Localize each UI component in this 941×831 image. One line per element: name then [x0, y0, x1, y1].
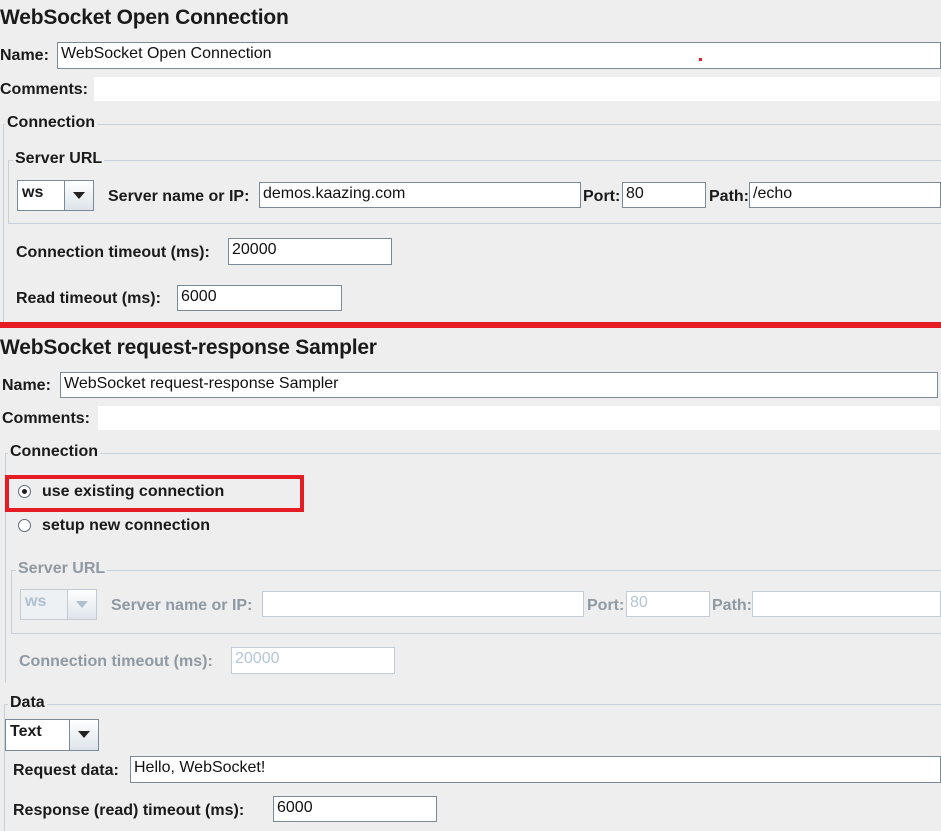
chevron-down-icon[interactable]	[69, 720, 98, 750]
open-protocol-select[interactable]: ws	[17, 180, 94, 211]
sampler-conn-timeout-label: Connection timeout (ms):	[19, 653, 213, 670]
open-read-timeout-input[interactable]: 6000	[177, 285, 342, 311]
sampler-path-label: Path:	[712, 597, 752, 614]
response-timeout-input[interactable]: 6000	[273, 796, 437, 822]
sampler-comments-input[interactable]	[97, 405, 941, 431]
sampler-server-input[interactable]	[262, 591, 584, 617]
stray-mark	[699, 58, 702, 61]
open-path-input[interactable]: /echo	[749, 182, 941, 208]
request-data-input[interactable]: Hello, WebSocket!	[130, 756, 941, 783]
setup-new-label: setup new connection	[42, 517, 211, 534]
open-read-timeout-label: Read timeout (ms):	[16, 290, 161, 307]
sampler-server-url-legend: Server URL	[16, 560, 108, 578]
data-type-select[interactable]: Text	[5, 719, 99, 751]
sampler-title: WebSocket request-response Sampler	[0, 336, 377, 359]
response-timeout-label: Response (read) timeout (ms):	[13, 802, 245, 819]
sampler-connection-legend: Connection	[8, 443, 100, 461]
open-connection-legend: Connection	[5, 114, 97, 132]
data-legend: Data	[8, 694, 47, 712]
sampler-port-input[interactable]: 80	[626, 591, 710, 617]
open-comments-label: Comments:	[0, 81, 89, 98]
sampler-name-label: Name:	[2, 377, 51, 394]
open-server-url-legend: Server URL	[13, 150, 105, 168]
open-name-input[interactable]: WebSocket Open Connection	[57, 42, 941, 69]
open-conn-timeout-input[interactable]: 20000	[228, 238, 392, 265]
data-type-value: Text	[10, 723, 42, 740]
open-comments-input[interactable]	[93, 76, 941, 102]
setup-new-radio[interactable]	[18, 519, 31, 532]
open-path-label: Path:	[709, 188, 749, 205]
sampler-protocol-value: ws	[25, 593, 47, 610]
highlight-box	[5, 475, 304, 512]
sampler-comments-label: Comments:	[2, 410, 91, 427]
sampler-name-input[interactable]: WebSocket request-response Sampler	[60, 372, 938, 398]
sampler-port-label: Port:	[587, 597, 625, 614]
open-name-label: Name:	[0, 47, 49, 64]
sampler-path-input[interactable]	[752, 591, 941, 617]
open-connection-title: WebSocket Open Connection	[0, 6, 289, 29]
open-protocol-value: ws	[22, 184, 44, 201]
open-server-label: Server name or IP:	[108, 188, 250, 205]
sampler-server-label: Server name or IP:	[111, 597, 253, 614]
open-conn-timeout-label: Connection timeout (ms):	[16, 244, 210, 261]
request-data-label: Request data:	[13, 762, 119, 779]
chevron-down-icon[interactable]	[64, 181, 93, 210]
open-port-label: Port:	[583, 188, 621, 205]
highlight-separator	[0, 322, 941, 328]
sampler-conn-timeout-input[interactable]: 20000	[231, 647, 395, 674]
chevron-down-icon[interactable]	[67, 590, 96, 619]
sampler-protocol-select[interactable]: ws	[20, 589, 97, 620]
open-port-input[interactable]: 80	[622, 182, 706, 208]
open-server-input[interactable]: demos.kaazing.com	[259, 182, 581, 208]
setup-new-connection-option[interactable]: setup new connection	[18, 516, 278, 538]
